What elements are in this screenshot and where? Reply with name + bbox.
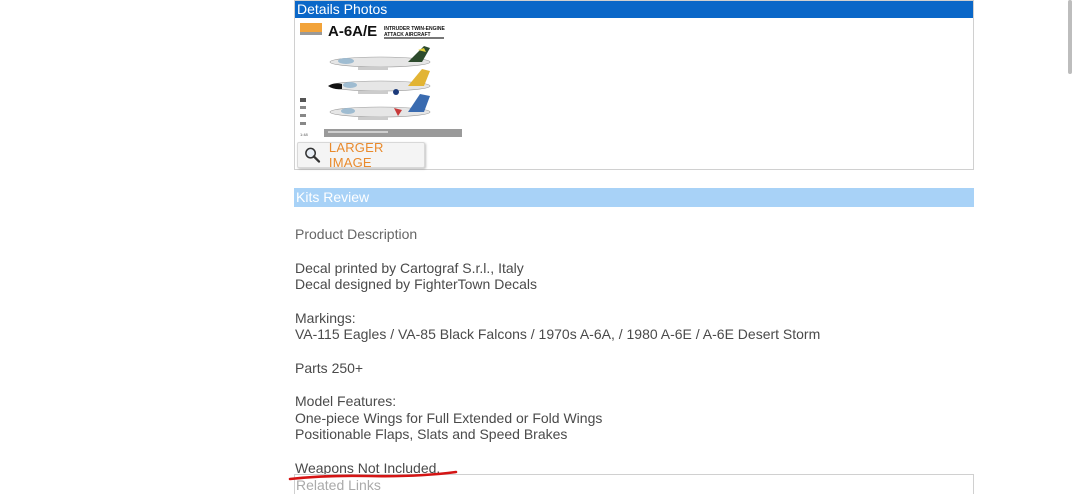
model-features-title: Model Features: (295, 393, 397, 409)
magnifier-icon (305, 147, 321, 163)
details-photos-header: Details Photos (295, 1, 973, 18)
larger-image-label: LARGER IMAGE (328, 140, 384, 170)
thumbnail-title: A-6A/E (328, 23, 377, 40)
larger-image-button[interactable]: LARGER IMAGE (297, 140, 425, 170)
details-photos-panel: Details Photos A-6A/E INTRUDER TWIN-ENGI… (294, 0, 974, 170)
product-description-title: Product Description (295, 226, 418, 242)
feature-flaps: Positionable Flaps, Slats and Speed Brak… (295, 426, 568, 442)
decal-designed-line: Decal designed by FighterTown Decals (295, 276, 538, 292)
svg-text:1:48: 1:48 (300, 132, 309, 137)
markings-text: VA-115 Eagles / VA-85 Black Falcons / 19… (295, 326, 821, 342)
page-scrollbar[interactable] (1068, 0, 1072, 74)
feature-wings: One-piece Wings for Full Extended or Fol… (295, 409, 603, 426)
markings-title: Markings: (295, 309, 356, 326)
red-annotation-underline (288, 470, 458, 481)
parts-count: Parts 250+ (295, 359, 364, 376)
kits-review-header: Kits Review (294, 188, 974, 207)
kits-review-content: Product Description Decal printed by Car… (295, 224, 975, 476)
decal-printed-line: Decal printed by Cartograf S.r.l., Italy (295, 259, 524, 276)
product-thumbnail[interactable]: A-6A/E INTRUDER TWIN-ENGINE ATTACK AIRCR… (298, 22, 464, 140)
